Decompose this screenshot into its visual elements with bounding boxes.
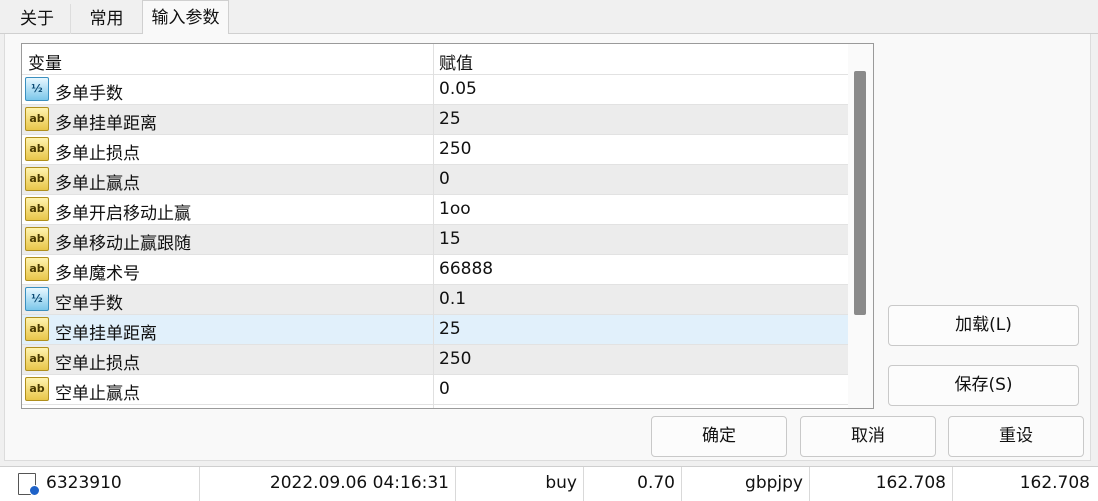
order-time: 2022.09.06 04:16:31	[200, 467, 456, 501]
reset-button[interactable]: 重设	[948, 416, 1084, 457]
param-rows: ½ 多单手数 0.05 ab 多单挂单距离 25 ab 多单止损点 250 ab…	[22, 75, 848, 405]
grid-header: 变量 赋值	[22, 44, 848, 75]
tab-input-params[interactable]: 输入参数	[142, 0, 229, 35]
order-type: buy	[456, 467, 584, 501]
ab-icon: ab	[25, 227, 49, 251]
vertical-scrollbar[interactable]	[848, 44, 873, 408]
order-size: 0.70	[584, 467, 682, 501]
param-value[interactable]: 0	[439, 169, 450, 189]
param-row[interactable]: ab 多单魔术号 66888	[22, 255, 848, 285]
ab-icon: ab	[25, 377, 49, 401]
scrollbar-thumb[interactable]	[854, 71, 866, 315]
param-value[interactable]: 15	[439, 229, 461, 249]
param-name: 空单止损点	[55, 354, 140, 374]
ok-button[interactable]: 确定	[651, 416, 787, 457]
param-value[interactable]: 0.1	[439, 289, 466, 309]
param-name: 空单止赢点	[55, 384, 140, 404]
param-row[interactable]: ab 多单开启移动止赢 1oo	[22, 195, 848, 225]
tab-about[interactable]: 关于	[4, 4, 70, 34]
half-icon: ½	[25, 287, 49, 311]
column-separator[interactable]	[433, 44, 434, 408]
ab-icon: ab	[25, 197, 49, 221]
param-value[interactable]: 1oo	[439, 199, 471, 219]
param-name: 多单止损点	[55, 144, 140, 164]
ab-icon: ab	[25, 137, 49, 161]
load-button[interactable]: 加载(L)	[888, 305, 1079, 346]
param-row-selected[interactable]: ab 空单挂单距离 25	[22, 315, 848, 345]
param-value[interactable]: 250	[439, 349, 471, 369]
param-value[interactable]: 250	[439, 139, 471, 159]
param-name: 空单手数	[55, 294, 123, 314]
tab-bar: 关于 常用 输入参数	[0, 0, 1098, 35]
order-ticket: 6323910	[0, 467, 200, 501]
param-value[interactable]: 0.05	[439, 79, 477, 99]
param-row[interactable]: ½ 空单手数 0.1	[22, 285, 848, 315]
param-name: 多单移动止赢跟随	[55, 234, 191, 254]
cancel-button[interactable]: 取消	[800, 416, 936, 457]
param-value[interactable]: 25	[439, 109, 461, 129]
param-name: 多单魔术号	[55, 264, 140, 284]
param-row[interactable]: ½ 多单手数 0.05	[22, 75, 848, 105]
param-value[interactable]: 66888	[439, 259, 493, 279]
param-value[interactable]: 0	[439, 379, 450, 399]
param-row[interactable]: ab 多单挂单距离 25	[22, 105, 848, 135]
ab-icon: ab	[25, 317, 49, 341]
ab-icon: ab	[25, 167, 49, 191]
ab-icon: ab	[25, 107, 49, 131]
param-name: 多单止赢点	[55, 174, 140, 194]
order-price: 162.708	[810, 467, 953, 501]
param-name: 多单挂单距离	[55, 114, 157, 134]
order-price-current: 162.708	[1019, 473, 1090, 493]
param-name: 多单手数	[55, 84, 123, 104]
param-name: 空单挂单距离	[55, 324, 157, 344]
params-grid: 变量 赋值 ½ 多单手数 0.05 ab 多单挂单距离 25 ab 多单止损点 …	[21, 43, 874, 409]
order-row[interactable]: 6323910 2022.09.06 04:16:31 buy 0.70 gbp…	[0, 466, 1098, 501]
param-row[interactable]: ab 空单止损点 250	[22, 345, 848, 375]
header-variable[interactable]: 变量	[28, 49, 62, 74]
param-row[interactable]: ab 多单移动止赢跟随 15	[22, 225, 848, 255]
ab-icon: ab	[25, 347, 49, 371]
save-button[interactable]: 保存(S)	[888, 365, 1079, 406]
ab-icon: ab	[25, 257, 49, 281]
param-row[interactable]: ab 空单止赢点 0	[22, 375, 848, 405]
order-symbol: gbpjpy	[682, 467, 810, 501]
param-row[interactable]: ab 多单止赢点 0	[22, 165, 848, 195]
param-name: 多单开启移动止赢	[55, 204, 191, 224]
param-value[interactable]: 25	[439, 319, 461, 339]
header-value[interactable]: 赋值	[439, 49, 473, 74]
tab-common[interactable]: 常用	[70, 4, 142, 34]
half-icon: ½	[25, 77, 49, 101]
param-row[interactable]: ab 多单止损点 250	[22, 135, 848, 165]
